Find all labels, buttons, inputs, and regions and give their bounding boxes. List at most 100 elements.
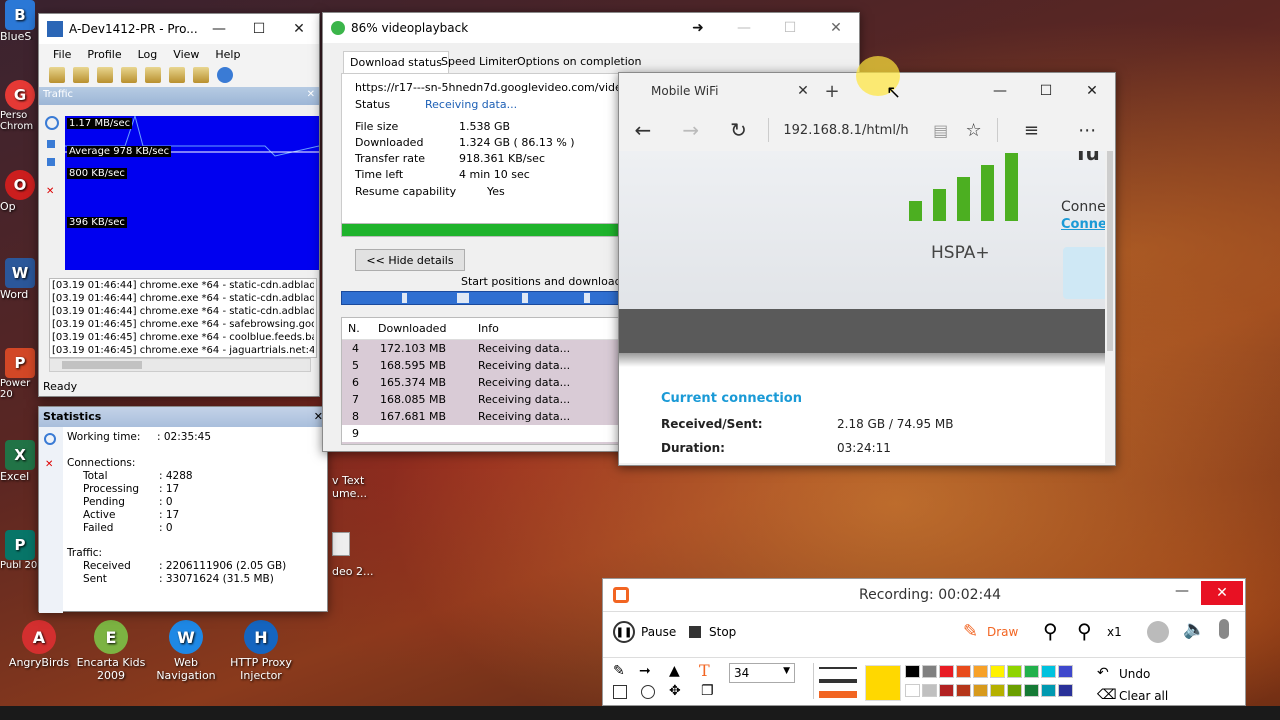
- color-swatch[interactable]: [905, 684, 920, 697]
- favorite-star-icon[interactable]: ☆: [957, 120, 991, 141]
- close-button[interactable]: ✕: [1069, 76, 1115, 106]
- line-width-thick[interactable]: [819, 691, 857, 698]
- tab-download-status[interactable]: Download status: [343, 51, 449, 73]
- toolbar-icon[interactable]: [145, 67, 161, 83]
- toolbar-icon[interactable]: [217, 67, 233, 83]
- scrollbar-thumb[interactable]: [62, 361, 142, 369]
- scrollbar-thumb[interactable]: [1107, 151, 1113, 351]
- zoom-in-icon[interactable]: ⚲: [1043, 619, 1058, 643]
- table-row[interactable]: 5 168.595 MB Receiving data...: [342, 357, 618, 374]
- maximize-button[interactable]: ☐: [1023, 76, 1069, 106]
- desktop-icon-http-proxy[interactable]: H HTTP Proxy Injector: [222, 620, 300, 682]
- reading-view-icon[interactable]: ▤: [925, 121, 957, 140]
- font-size-select[interactable]: 34 ▼: [729, 663, 795, 683]
- horizontal-scrollbar[interactable]: [49, 358, 311, 372]
- desktop-icon-angrybirds[interactable]: A AngryBirds: [0, 620, 78, 669]
- color-swatch[interactable]: [905, 665, 920, 678]
- maximize-button[interactable]: ☐: [767, 13, 813, 43]
- minimize-button[interactable]: —: [1175, 583, 1189, 599]
- close-icon[interactable]: ✕: [46, 186, 56, 197]
- desktop-icon-publisher[interactable]: P Publ 20: [0, 530, 40, 594]
- menu-help[interactable]: Help: [215, 48, 240, 61]
- connect-button[interactable]: [1063, 247, 1105, 299]
- color-swatch[interactable]: [922, 665, 937, 678]
- menu-log[interactable]: Log: [138, 48, 158, 61]
- color-swatch[interactable]: [1007, 665, 1022, 678]
- menu-file[interactable]: File: [53, 48, 71, 61]
- close-button[interactable]: ✕: [1201, 581, 1243, 605]
- desktop-icon-word[interactable]: W Word: [0, 258, 40, 308]
- draw-button[interactable]: Draw: [987, 625, 1018, 639]
- color-swatch[interactable]: [990, 665, 1005, 678]
- menu-profile[interactable]: Profile: [87, 48, 121, 61]
- color-swatch[interactable]: [990, 684, 1005, 697]
- line-width-thin[interactable]: [819, 667, 857, 669]
- column-header[interactable]: Downloaded: [372, 322, 472, 339]
- table-row[interactable]: 8 167.681 MB Receiving data...: [342, 408, 618, 425]
- color-swatch[interactable]: [973, 684, 988, 697]
- desktop-icon-blues[interactable]: B BlueS: [0, 0, 40, 40]
- toolbar-icon[interactable]: [193, 67, 209, 83]
- desktop-icon-chrome[interactable]: G Perso Chrom: [0, 80, 40, 140]
- toolbar-icon[interactable]: [169, 67, 185, 83]
- column-header[interactable]: Info: [472, 322, 612, 339]
- menu-view[interactable]: View: [173, 48, 199, 61]
- desktop-icon-text-doc[interactable]: v Text ume...: [332, 474, 372, 500]
- zoom-out-icon[interactable]: ⚲: [1077, 619, 1092, 643]
- back-icon[interactable]: ←: [619, 118, 667, 142]
- toolbar-icon[interactable]: [73, 67, 89, 83]
- color-swatch[interactable]: [1041, 665, 1056, 678]
- close-button[interactable]: ✕: [813, 13, 859, 43]
- speaker-icon[interactable]: 🔈: [1183, 619, 1205, 640]
- color-swatch[interactable]: [922, 684, 937, 697]
- close-icon[interactable]: ✕: [45, 459, 55, 470]
- selected-color-swatch[interactable]: [865, 665, 901, 701]
- desktop-icon-web-navigation[interactable]: W Web Navigation: [147, 620, 225, 682]
- clear-all-button[interactable]: Clear all: [1119, 689, 1168, 703]
- pen-tool-icon[interactable]: ✎: [613, 663, 625, 679]
- eraser-tool-icon[interactable]: ▲: [669, 663, 680, 679]
- close-icon[interactable]: ✕: [307, 89, 315, 103]
- column-header[interactable]: N.: [342, 322, 372, 339]
- color-swatch[interactable]: [1058, 665, 1073, 678]
- forward-icon[interactable]: →: [667, 118, 715, 142]
- color-swatch[interactable]: [939, 684, 954, 697]
- pencil-icon[interactable]: ✎: [963, 621, 978, 642]
- pause-button[interactable]: Pause: [641, 625, 676, 639]
- connection-link[interactable]: Conne: [1061, 217, 1105, 232]
- desktop-icon-video[interactable]: deo 2...: [332, 565, 373, 578]
- arrow-icon[interactable]: [47, 140, 55, 148]
- color-swatch[interactable]: [973, 665, 988, 678]
- microphone-icon[interactable]: [1219, 619, 1229, 639]
- stop-button[interactable]: Stop: [709, 625, 736, 639]
- desktop-icon-powerpoint[interactable]: P Power 20: [0, 348, 40, 412]
- color-swatch[interactable]: [1024, 684, 1039, 697]
- table-row[interactable]: 9: [342, 425, 618, 442]
- line-width-medium[interactable]: [819, 679, 857, 683]
- webcam-icon[interactable]: [1147, 621, 1169, 643]
- rectangle-tool-icon[interactable]: [613, 685, 627, 699]
- address-bar[interactable]: 192.168.8.1/html/h: [775, 123, 924, 138]
- table-row[interactable]: 7 168.085 MB Receiving data...: [342, 391, 618, 408]
- color-swatch[interactable]: [1058, 684, 1073, 697]
- refresh-icon[interactable]: [45, 116, 59, 130]
- vertical-scrollbar[interactable]: [1105, 151, 1115, 463]
- minimize-button[interactable]: —: [977, 76, 1023, 106]
- color-swatch[interactable]: [1007, 684, 1022, 697]
- close-tab-icon[interactable]: ✕: [791, 83, 815, 99]
- ellipse-tool-icon[interactable]: [641, 685, 655, 699]
- desktop-icon-opera[interactable]: O Op: [0, 170, 40, 220]
- color-swatch[interactable]: [956, 684, 971, 697]
- minimize-button[interactable]: —: [721, 13, 767, 43]
- undo-button[interactable]: Undo: [1119, 667, 1150, 681]
- toolbar-icon[interactable]: [121, 67, 137, 83]
- arrow-icon[interactable]: [47, 158, 55, 166]
- undo-icon[interactable]: ↶: [1097, 665, 1109, 681]
- hide-details-button[interactable]: << Hide details: [355, 249, 465, 271]
- close-button[interactable]: ✕: [279, 14, 319, 44]
- minimize-button[interactable]: —: [199, 14, 239, 44]
- toolbar-icon[interactable]: [49, 67, 65, 83]
- refresh-icon[interactable]: ↻: [715, 118, 763, 142]
- table-row[interactable]: 4 172.103 MB Receiving data...: [342, 340, 618, 357]
- color-swatch[interactable]: [1024, 665, 1039, 678]
